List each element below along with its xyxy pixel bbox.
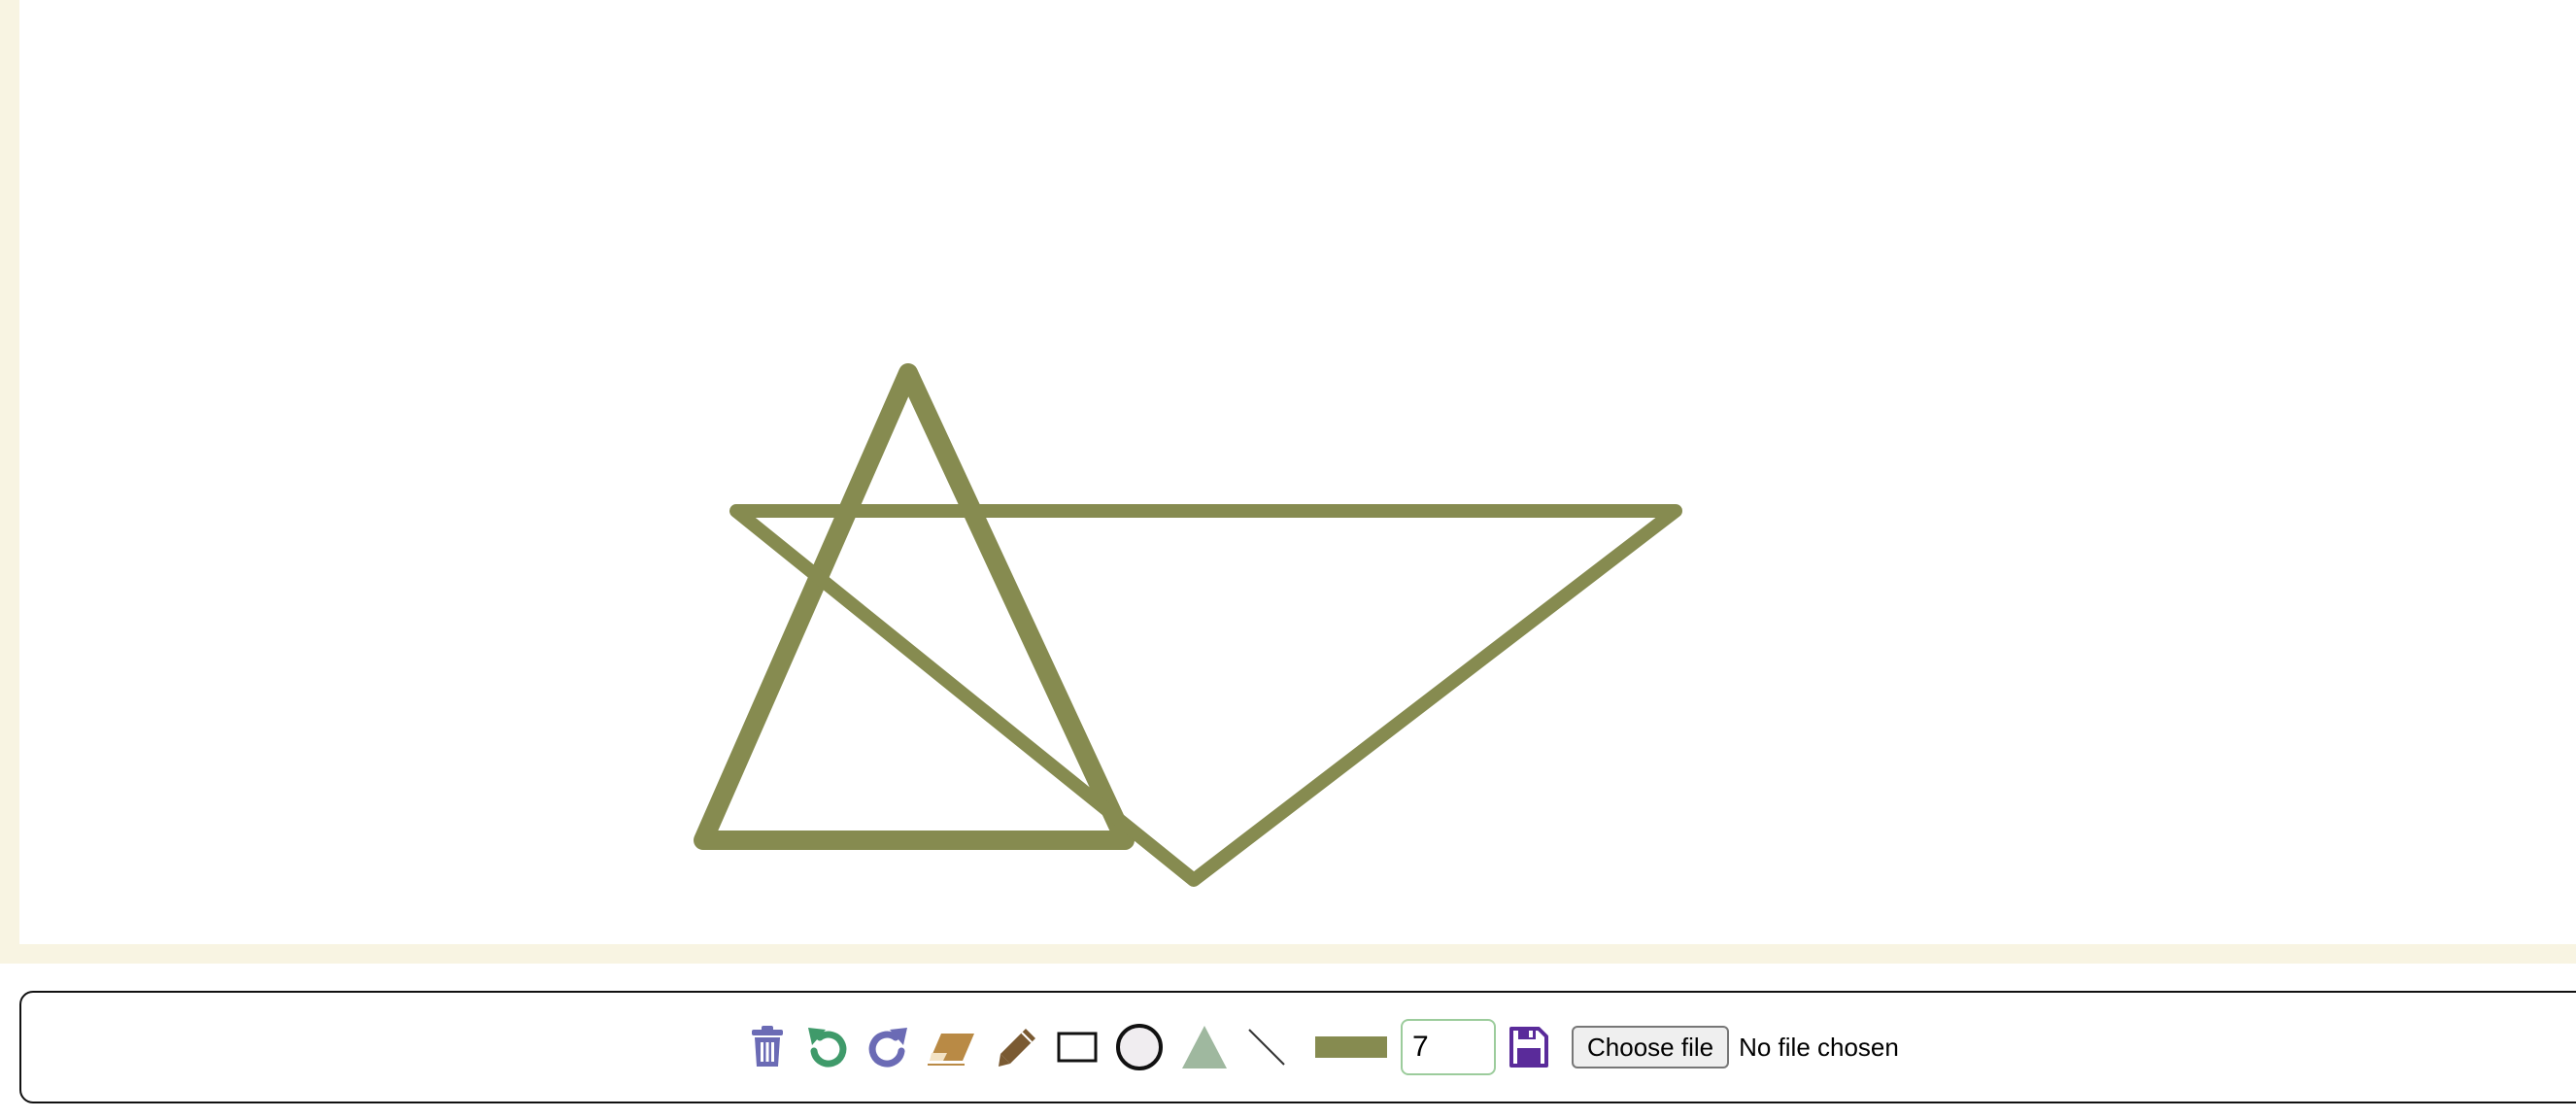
redo-icon[interactable] — [864, 1018, 911, 1076]
triangle-outline-2 — [729, 504, 1682, 887]
rectangle-icon[interactable] — [1055, 1018, 1100, 1076]
floppy-disk-icon[interactable] — [1508, 1018, 1550, 1076]
toolbar-controls: Choose file No file chosen — [746, 993, 1899, 1102]
drawing-canvas[interactable] — [19, 0, 2576, 944]
circle-icon[interactable] — [1115, 1018, 1164, 1076]
color-swatch[interactable] — [1315, 1018, 1387, 1076]
undo-icon[interactable] — [804, 1018, 851, 1076]
file-status-text: No file chosen — [1739, 1032, 1899, 1062]
trash-icon[interactable] — [746, 1018, 789, 1076]
toolbar: Choose file No file chosen — [19, 991, 2576, 1103]
line-width-input[interactable] — [1401, 1019, 1496, 1075]
eraser-icon[interactable] — [925, 1018, 979, 1076]
line-icon[interactable] — [1245, 1018, 1288, 1076]
canvas-svg[interactable] — [19, 0, 2576, 944]
triangle-icon[interactable] — [1179, 1018, 1230, 1076]
pencil-icon[interactable] — [995, 1018, 1039, 1076]
choose-file-button[interactable]: Choose file — [1572, 1026, 1730, 1068]
